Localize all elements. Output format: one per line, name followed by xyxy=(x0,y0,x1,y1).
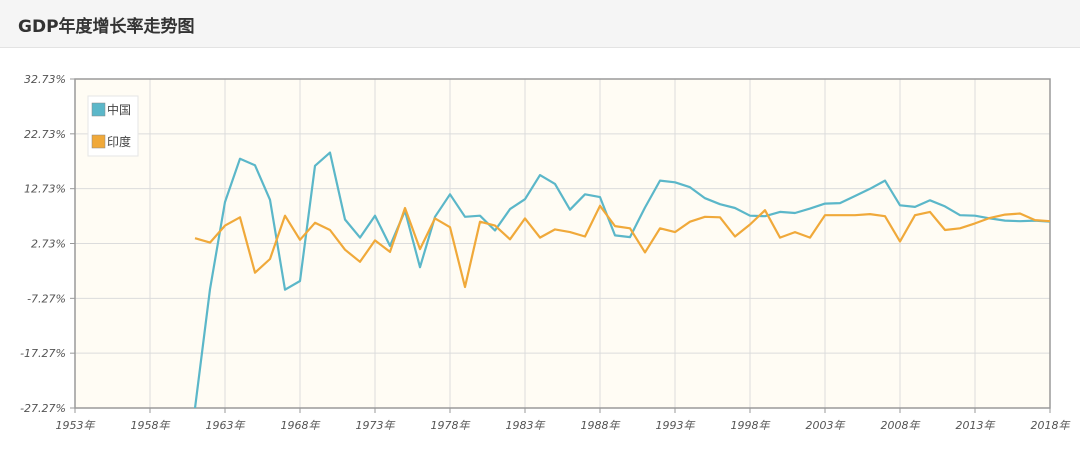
gdp-growth-line-chart: 32.73% 22.73% 12.73% 2.73% -7.27% -17.27% -27.… xyxy=(20,73,1071,432)
x-tick-label: 1988年 xyxy=(581,419,621,432)
x-tick-label: 2008年 xyxy=(881,419,921,432)
y-tick-label: 12.73% xyxy=(24,183,66,196)
x-tick-label: 1993年 xyxy=(656,419,696,432)
y-tick-label: -7.27% xyxy=(27,292,66,305)
legend-label: 印度 xyxy=(107,134,131,149)
x-tick-label: 1958年 xyxy=(131,419,171,432)
x-tick-label: 1998年 xyxy=(731,419,771,432)
x-tick-label: 1973年 xyxy=(356,419,396,432)
legend-swatch xyxy=(91,102,106,117)
y-tick-label: 2.73% xyxy=(31,238,66,251)
x-tick-label: 1968年 xyxy=(281,419,321,432)
chart-container: 32.73% 22.73% 12.73% 2.73% -7.27% -17.27% -27.… xyxy=(0,48,1080,452)
chart-header: GDP年度增长率走势图 xyxy=(0,0,1080,48)
y-tick-label: 32.73% xyxy=(24,73,66,86)
y-tick-label: -17.27% xyxy=(20,347,66,360)
chart-title: GDP年度增长率走势图 xyxy=(18,17,195,37)
x-tick-label: 1963年 xyxy=(206,419,246,432)
x-tick-label: 2013年 xyxy=(956,419,996,432)
x-tick-label: 1983年 xyxy=(506,419,546,432)
y-tick-label: -27.27% xyxy=(20,402,66,415)
x-tick-label: 1978年 xyxy=(431,419,471,432)
legend: 中国印度 xyxy=(87,95,139,157)
x-tick-label: 1953年 xyxy=(56,419,96,432)
y-tick-label: 22.73% xyxy=(24,128,66,141)
legend-swatch xyxy=(91,134,106,149)
legend-label: 中国 xyxy=(107,102,131,117)
x-tick-label: 2003年 xyxy=(806,419,846,432)
x-tick-label: 2018年 xyxy=(1031,419,1071,432)
